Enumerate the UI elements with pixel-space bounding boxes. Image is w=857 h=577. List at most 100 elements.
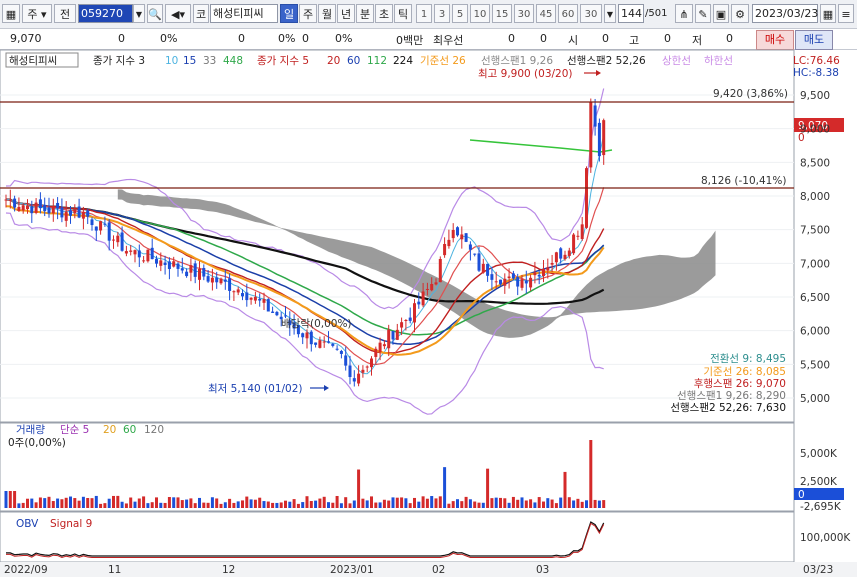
candle-body [559,248,563,259]
candle-body [137,250,141,258]
volume-axis-neg: -2,695K [800,501,842,513]
candle-body [99,221,103,231]
candle-body [116,235,120,243]
candle-body [4,199,8,201]
candle-body [94,226,98,231]
volume-bar [602,500,606,508]
volume-bar [357,469,361,508]
candle-body [408,317,412,321]
date-tick-02: 02 [432,564,445,576]
volume-axis-2500: 2,500K [800,476,838,488]
candle-body [129,250,133,252]
candle-body [357,373,361,384]
legend-upper-band: 상한선 [662,55,691,67]
candle-body [193,263,197,277]
candle-body [447,239,451,247]
volume-bar [387,500,391,508]
volume-bar [421,496,425,508]
lagging-span-value: 후행스팬 26: 9,070 [694,378,786,390]
volume-bar [567,497,571,508]
candle-body [361,369,365,373]
volume-bar [60,499,64,508]
volume-bar [223,502,227,508]
volume-bar [352,500,356,508]
candle-body [223,279,227,282]
candle-body [163,262,167,266]
leading-span1-value: 선행스팬1 9,26: 8,290 [677,390,786,402]
candle-body [56,202,60,209]
candle-body [533,272,537,276]
candle-body [404,319,408,321]
candle-body [8,199,12,201]
candle-body [284,315,287,317]
stock-chart[interactable]: 해성티피씨 종가 지수 3 10 15 33 448 종가 지수 5 20 60… [0,0,857,577]
candle-body [365,366,369,368]
candle-body [90,219,94,226]
volume-bar [292,499,296,508]
volume-tag-text: 0 [798,489,805,501]
volume-bar [146,503,150,508]
candle-body [275,311,279,316]
candle-body [344,355,348,366]
volume-bar [253,499,257,508]
candle-body [382,344,386,347]
price-axis-label: 8,500 [800,157,830,169]
volume-now: 0주(0,00%) [8,437,66,449]
candle-body [167,261,171,270]
volume-bar [275,502,279,508]
candle-body [468,244,472,250]
volume-bar [77,500,81,508]
candle-body [103,223,107,225]
date-tick-03: 03 [536,564,549,576]
volume-bar [533,502,537,508]
candle-body [529,277,533,288]
candle-body [249,297,253,300]
candle-body [567,250,571,256]
volume-bar [576,498,580,508]
candle-body [21,205,25,211]
candle-body [524,280,528,284]
volume-bar [103,503,107,508]
legend-base-line: 기준선 26 [420,55,466,67]
volume-bar [451,501,455,508]
candle-body [112,239,115,241]
hc-value: HC:-8.38 [793,67,839,79]
date-axis-bar [0,562,857,577]
candle-body [391,331,395,340]
volume-bar [546,498,550,508]
volume-bar [507,502,511,508]
volume-bar [520,497,524,508]
volume-bar [327,502,330,508]
volume-bar [47,496,51,508]
candle-body [374,348,378,357]
candle-body [451,229,455,239]
candle-body [245,292,249,301]
candle-body [271,311,275,313]
obv-label: OBV [16,518,39,530]
volume-bar [266,501,270,508]
volume-ma-20: 20 [103,424,116,436]
candle-body [30,206,34,214]
volume-bar [374,502,378,508]
candle-body [241,293,244,297]
volume-bar [318,498,322,508]
candle-body [253,296,257,301]
volume-bar [38,497,42,508]
volume-bar [305,496,309,508]
volume-bar [232,502,236,508]
candle-body [26,205,29,210]
volume-bar [404,498,408,508]
candle-body [507,276,511,279]
volume-bar [365,500,369,508]
volume-bar [56,498,60,508]
price-axis-label: 9,000 [800,124,830,136]
candle-body [464,233,468,242]
candle-body [142,260,146,262]
candle-body [537,274,541,277]
candle-body [150,247,154,260]
candle-body [443,243,447,256]
volume-ma-60: 60 [123,424,136,436]
legend-ma-10: 10 [165,55,178,67]
candle-body [554,252,558,263]
volume-bar [112,495,115,508]
